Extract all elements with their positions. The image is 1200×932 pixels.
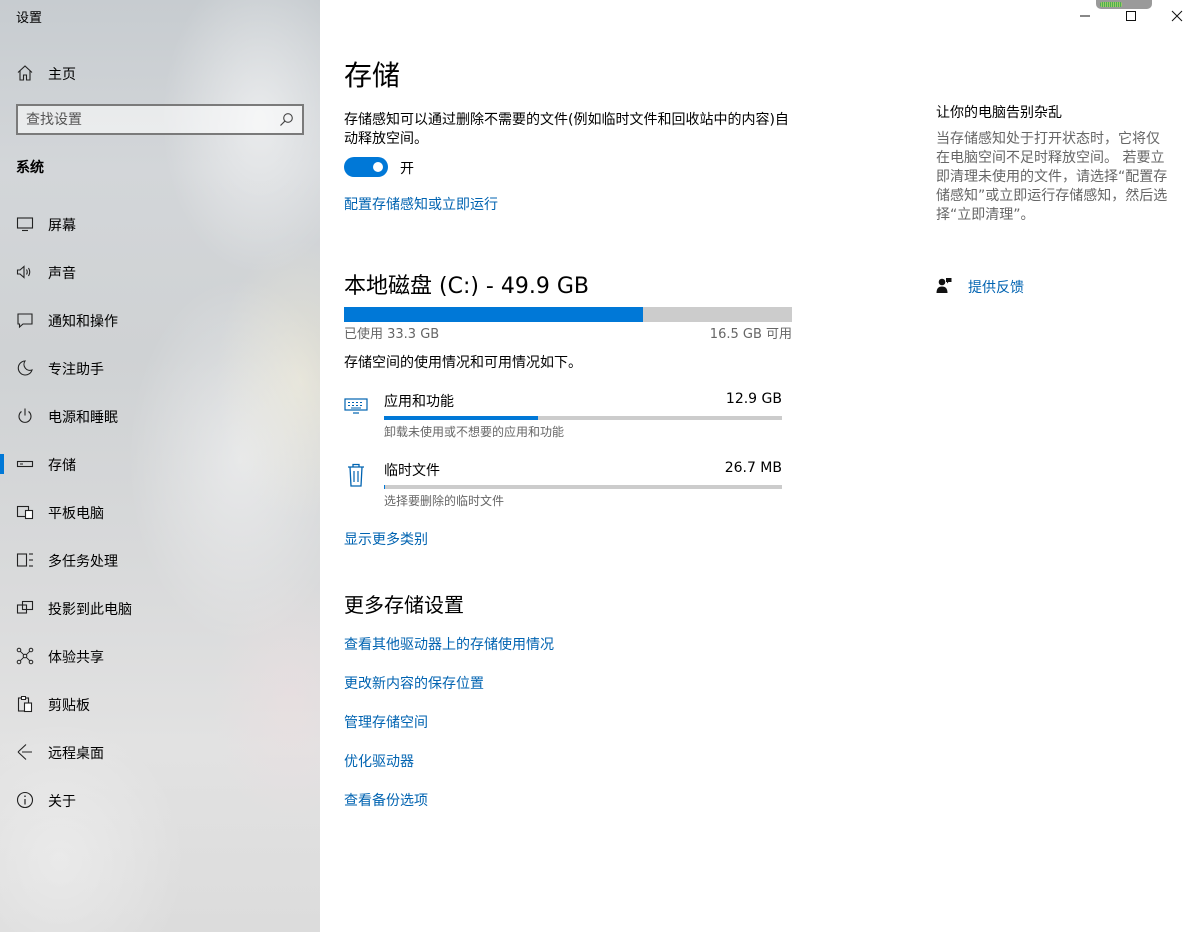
home-icon [17,65,33,81]
sidebar-item-label: 投影到此电脑 [48,602,132,618]
apps-icon [344,398,368,414]
sidebar-item-home[interactable]: 主页 [0,58,320,88]
category-size: 26.7 MB [724,460,782,476]
search-icon[interactable] [279,112,294,127]
sidebar-item-sound[interactable]: 声音 [0,252,320,292]
sidebar-item-label: 剪贴板 [48,698,90,714]
sidebar-item-label: 体验共享 [48,650,104,666]
disk-usage-bar [344,307,792,322]
main-content: 存储 存储感知可以通过删除不需要的文件(例如临时文件和回收站中的内容)自动释放空… [344,0,904,932]
other-drives-usage-link[interactable]: 查看其他驱动器上的存储使用情况 [344,634,554,654]
category-apps-features[interactable]: 应用和功能 12.9 GB 卸载未使用或不想要的应用和功能 [344,391,784,451]
section-label-system: 系统 [16,160,44,176]
share-icon [16,647,34,665]
category-name: 应用和功能 [384,394,454,410]
category-temporary-files[interactable]: 临时文件 26.7 MB 选择要删除的临时文件 [344,460,784,520]
moon-icon [17,360,33,376]
sidebar-item-label: 通知和操作 [48,314,118,330]
category-usage-fill [384,416,539,420]
more-storage-settings-heading: 更多存储设置 [344,593,464,617]
give-feedback-link[interactable]: 提供反馈 [936,276,1136,298]
toggle-state-label: 开 [400,161,414,177]
sidebar-item-display[interactable]: 屏幕 [0,204,320,244]
storage-sense-toggle[interactable] [344,157,388,177]
sidebar-item-label: 主页 [48,67,76,83]
multitask-icon [16,553,33,567]
related-info-panel: 让你的电脑告别杂乱 当存储感知处于打开状态时，它将仅在电脑空间不足时释放空间。 … [936,0,1176,932]
sidebar-item-remote-desktop[interactable]: 远程桌面 [0,732,320,772]
sidebar-item-label: 平板电脑 [48,506,104,522]
sidebar-item-storage[interactable]: 存储 [0,444,320,484]
sidebar-item-label: 专注助手 [48,362,104,378]
sidebar-item-label: 多任务处理 [48,554,118,570]
category-size: 12.9 GB [725,391,782,407]
sidebar-item-tablet[interactable]: 平板电脑 [0,492,320,532]
project-icon [16,600,34,614]
sidebar-item-notifications[interactable]: 通知和操作 [0,300,320,340]
sidebar-item-multitasking[interactable]: 多任务处理 [0,540,320,580]
sidebar-item-about[interactable]: 关于 [0,780,320,820]
sidebar-item-label: 电源和睡眠 [48,410,118,426]
usage-description: 存储空间的使用情况和可用情况如下。 [344,355,582,371]
feedback-label: 提供反馈 [968,280,1024,296]
manage-storage-spaces-link[interactable]: 管理存储空间 [344,712,428,732]
sidebar-item-clipboard[interactable]: 剪贴板 [0,684,320,724]
search-box[interactable] [16,104,304,135]
optimize-drives-link[interactable]: 优化驱动器 [344,751,414,771]
storage-icon [16,460,34,468]
sidebar-item-power[interactable]: 电源和睡眠 [0,396,320,436]
show-more-categories-link[interactable]: 显示更多类别 [344,529,428,549]
category-subtitle: 卸载未使用或不想要的应用和功能 [384,425,565,439]
category-usage-bar [384,416,782,420]
feedback-icon [936,278,952,293]
search-input[interactable] [26,109,276,131]
sidebar-item-label: 关于 [48,794,76,810]
sidebar-item-label: 存储 [48,458,76,474]
configure-storage-sense-link[interactable]: 配置存储感知或立即运行 [344,194,498,214]
category-usage-bar [384,485,782,489]
notification-icon [17,313,33,329]
disk-title: 本地磁盘 (C:) - 49.9 GB [344,274,589,299]
backup-options-link[interactable]: 查看备份选项 [344,790,428,810]
sidebar: 设置 主页 系统 屏幕 声音 通知和操作 [0,0,320,932]
speaker-icon [16,265,31,279]
power-icon [18,408,32,423]
sidebar-item-project[interactable]: 投影到此电脑 [0,588,320,628]
aside-description: 当存储感知处于打开状态时，它将仅在电脑空间不足时释放空间。 若要立即清理未使用的… [936,131,1168,223]
disk-usage-fill [344,307,643,322]
used-space-label: 已使用 33.3 GB [344,327,440,342]
sidebar-item-label: 屏幕 [48,218,76,234]
change-save-location-link[interactable]: 更改新内容的保存位置 [344,673,484,693]
clipboard-icon [17,696,33,713]
sidebar-item-focus-assist[interactable]: 专注助手 [0,348,320,388]
sidebar-item-label: 声音 [48,266,76,282]
aside-title: 让你的电脑告别杂乱 [936,105,1062,121]
app-title: 设置 [16,11,43,26]
tablet-icon [16,505,34,520]
trash-icon [348,463,364,487]
category-name: 临时文件 [384,463,440,479]
remote-desktop-icon [17,744,32,760]
display-icon [16,217,34,232]
sidebar-item-shared-experiences[interactable]: 体验共享 [0,636,320,676]
storage-sense-description: 存储感知可以通过删除不需要的文件(例如临时文件和回收站中的内容)自动释放空间。 [344,112,789,147]
category-subtitle: 选择要删除的临时文件 [384,494,505,508]
page-title: 存储 [344,59,401,92]
sidebar-item-label: 远程桌面 [48,746,104,762]
free-space-label: 16.5 GB 可用 [709,327,792,342]
info-icon [16,791,34,809]
